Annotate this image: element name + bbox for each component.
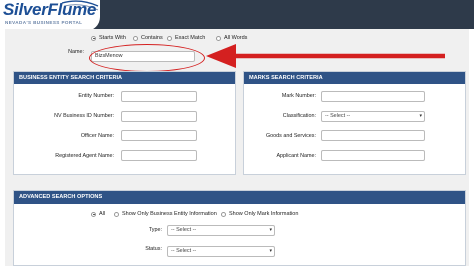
radio-starts-with[interactable]: Starts With <box>91 35 126 41</box>
logo-subtitle: NEVADA'S BUSINESS PORTAL <box>5 20 83 25</box>
radio-adv-all[interactable]: All <box>91 211 105 217</box>
radio-starts-with-button[interactable] <box>91 35 96 41</box>
radio-adv-mark-only-label: Show Only Mark Information <box>229 211 299 217</box>
status-label: Status: <box>145 246 162 252</box>
advanced-search-header: ADVANCED SEARCH OPTIONS <box>14 191 465 204</box>
applicant-name-input[interactable] <box>321 150 425 161</box>
type-select[interactable]: -- Select -- ▾ <box>167 225 275 236</box>
radio-adv-business-only[interactable]: Show Only Business Entity Information <box>114 211 217 217</box>
nv-business-id-label: NV Business ID Number: <box>54 113 114 119</box>
type-selected-value: -- Select -- <box>171 227 197 233</box>
goods-services-input[interactable] <box>321 130 425 141</box>
annotation-circle <box>89 44 205 72</box>
chevron-down-icon: ▾ <box>269 227 272 233</box>
silverflume-logo[interactable]: SilverFlume NEVADA'S BUSINESS PORTAL <box>0 0 100 31</box>
mark-number-input[interactable] <box>321 91 425 102</box>
registered-agent-input[interactable] <box>121 150 197 161</box>
goods-services-label: Goods and Services: <box>265 133 316 139</box>
entity-number-label: Entity Number: <box>78 93 114 99</box>
radio-exact-match-button[interactable] <box>167 35 172 41</box>
radio-starts-with-label: Starts With <box>99 35 126 41</box>
radio-adv-mark-only-button[interactable] <box>221 211 226 217</box>
radio-adv-mark-only[interactable]: Show Only Mark Information <box>221 211 298 217</box>
officer-name-label: Officer Name: <box>80 133 114 139</box>
mark-number-label: Mark Number: <box>281 93 316 99</box>
business-entity-header: BUSINESS ENTITY SEARCH CRITERIA <box>14 72 235 84</box>
radio-adv-business-only-button[interactable] <box>114 211 119 217</box>
chevron-down-icon: ▾ <box>269 248 272 254</box>
radio-contains-label: Contains <box>141 35 163 41</box>
classification-select[interactable]: -- Select -- ▾ <box>321 111 425 122</box>
status-selected-value: -- Select -- <box>171 248 197 254</box>
radio-adv-all-label: All <box>99 211 106 217</box>
classification-label: Classification: <box>282 113 316 119</box>
officer-name-input[interactable] <box>121 130 197 141</box>
type-label: Type: <box>148 227 162 233</box>
applicant-name-label: Applicant Name: <box>276 153 316 159</box>
radio-contains[interactable]: Contains <box>133 35 163 41</box>
marks-header: MARKS SEARCH CRITERIA <box>244 72 465 84</box>
status-select[interactable]: -- Select -- ▾ <box>167 246 275 257</box>
radio-adv-all-button[interactable] <box>91 211 96 217</box>
registered-agent-label: Registered Agent Name: <box>55 153 114 159</box>
entity-number-input[interactable] <box>121 91 197 102</box>
logo-title: SilverFlume <box>3 0 97 19</box>
radio-adv-business-only-label: Show Only Business Entity Information <box>122 211 217 217</box>
nv-business-id-input[interactable] <box>121 111 197 122</box>
radio-contains-button[interactable] <box>133 35 138 41</box>
classification-selected-value: -- Select -- <box>325 113 351 119</box>
name-label: Name: <box>68 49 84 55</box>
chevron-down-icon: ▾ <box>419 113 422 119</box>
